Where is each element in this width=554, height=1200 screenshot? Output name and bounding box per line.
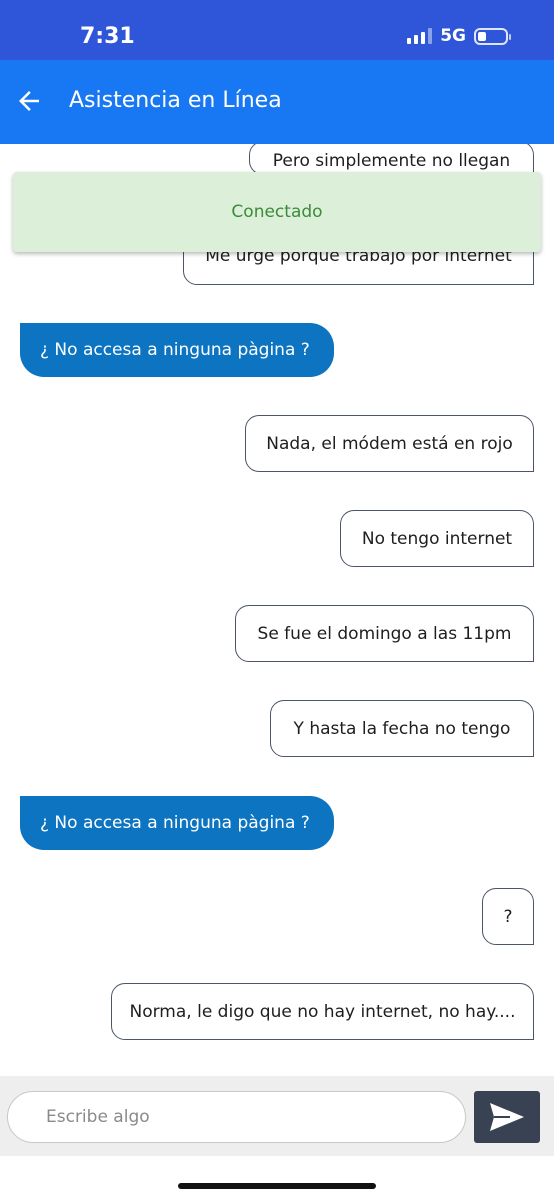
app-bar: Asistencia en Línea <box>0 60 554 144</box>
arrow-left-icon[interactable] <box>14 86 44 116</box>
message-bubble-user: Pero simplemente no llegan <box>249 144 534 175</box>
network-label: 5G <box>440 26 466 46</box>
message-text: Pero simplemente no llegan <box>272 151 511 171</box>
battery-icon <box>474 27 511 45</box>
status-indicators: 5G <box>407 26 511 46</box>
message-text: No tengo internet <box>361 528 513 549</box>
status-time: 7:31 <box>80 24 135 49</box>
status-bar: 7:31 5G <box>0 0 554 60</box>
message-bubble-user: No tengo internet <box>340 510 534 567</box>
message-text: ¿ No accesa a ninguna pàgina ? <box>40 813 310 833</box>
message-text: Nada, el módem está en rojo <box>266 433 513 454</box>
message-bubble-user: ? <box>482 888 534 945</box>
send-button[interactable] <box>474 1091 540 1143</box>
message-bubble-user: Norma, le digo que no hay internet, no h… <box>111 983 534 1040</box>
signal-icon <box>407 28 433 44</box>
message-bubble-user: Se fue el domingo a las 11pm <box>235 605 534 662</box>
message-input[interactable] <box>7 1091 466 1143</box>
message-text: Norma, le digo que no hay internet, no h… <box>129 1001 516 1022</box>
connection-toast: Conectado <box>13 172 541 252</box>
home-indicator <box>178 1183 376 1189</box>
toast-text: Conectado <box>231 202 323 222</box>
message-text: Se fue el domingo a las 11pm <box>257 623 512 644</box>
message-text: Y hasta la fecha no tengo <box>293 718 511 739</box>
message-bubble-user: Nada, el módem está en rojo <box>245 415 534 472</box>
composer-bar <box>0 1076 554 1156</box>
page-title: Asistencia en Línea <box>69 88 282 113</box>
message-text: ¿ No accesa a ninguna pàgina ? <box>40 340 310 360</box>
message-text: ? <box>503 906 513 927</box>
send-icon <box>490 1103 524 1131</box>
message-list[interactable]: Pero simplemente no llegan Me urge porqu… <box>0 144 554 1076</box>
message-bubble-agent: ¿ No accesa a ninguna pàgina ? <box>20 323 334 377</box>
message-bubble-user: Y hasta la fecha no tengo <box>270 700 534 757</box>
message-bubble-agent: ¿ No accesa a ninguna pàgina ? <box>20 796 334 850</box>
